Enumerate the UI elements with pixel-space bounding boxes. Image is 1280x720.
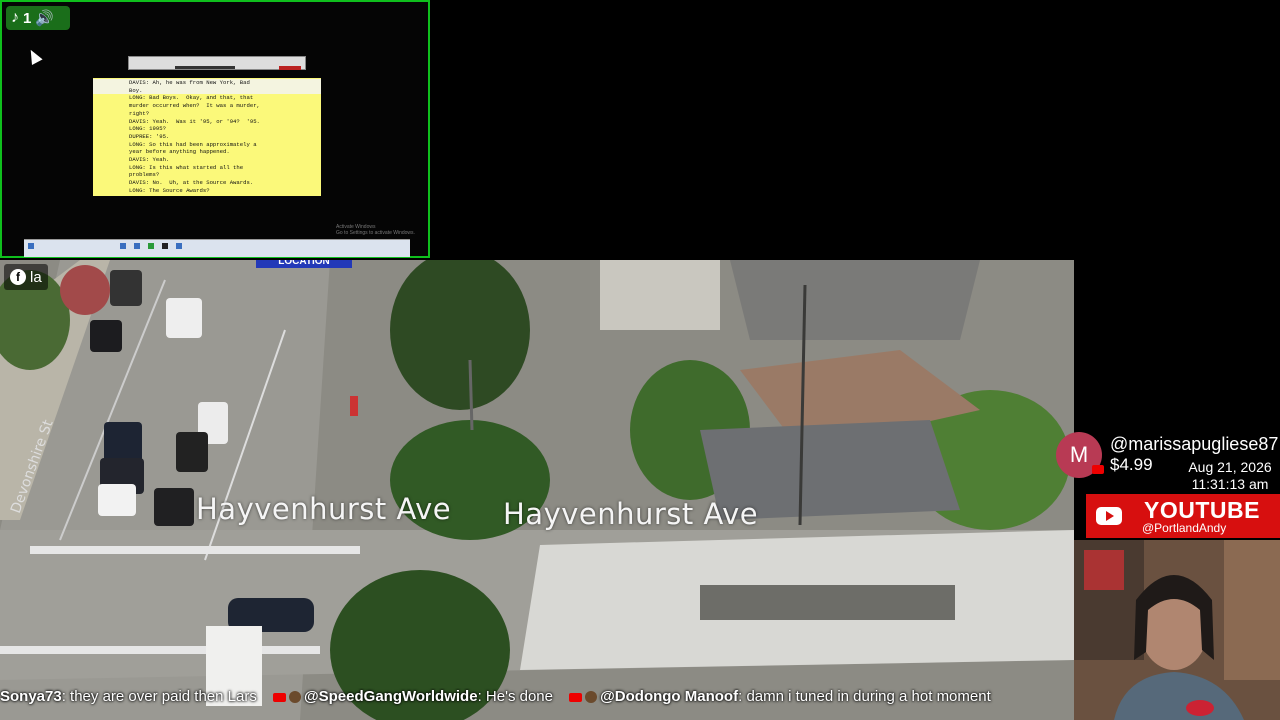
aerial-news-video: LOCATION Hayvenhurst Ave Hayvenhurst Ave… bbox=[0, 260, 1074, 720]
chat-text: He's done bbox=[485, 688, 553, 705]
speaker-icon: 🔊 bbox=[35, 10, 55, 27]
transcript-line: LONG: So this had been approximately a bbox=[129, 140, 257, 148]
donation-time: 11:31:13 am bbox=[1191, 476, 1269, 492]
mouse-cursor-icon bbox=[25, 47, 43, 65]
chat-message: @Dodongo Manoof: damn i tuned in during … bbox=[569, 688, 991, 705]
windows-taskbar[interactable] bbox=[24, 239, 410, 257]
youtube-banner-title: YOUTUBE bbox=[1144, 497, 1260, 523]
donor-avatar: M bbox=[1056, 432, 1104, 478]
chat-ticker: Sonya73: they are over paid then Lars @S… bbox=[0, 688, 1074, 710]
youtube-channel-banner: YOUTUBE @PortlandAndy bbox=[1086, 494, 1280, 538]
chat-username: @Dodongo Manoof bbox=[600, 688, 739, 705]
transcript-line: DAVIS: Ah, he was from New York, Bad bbox=[93, 79, 321, 87]
tiktok-viewer-badge: ♪ 1 🔊 bbox=[6, 6, 70, 30]
transcript-line: LONG: Is this what started all the bbox=[129, 163, 244, 171]
webcam-scene bbox=[1074, 540, 1280, 720]
start-icon[interactable] bbox=[28, 243, 34, 249]
facebook-viewer-badge: f la bbox=[4, 264, 48, 290]
transcript-line: DAVIS: Yeah. bbox=[129, 156, 170, 164]
street-label: Hayvenhurst Ave bbox=[503, 497, 759, 531]
chat-username: Sonya73 bbox=[0, 688, 62, 705]
chat-text: damn i tuned in during a hot moment bbox=[746, 688, 991, 705]
transcript-line: DUPREE: '95. bbox=[129, 132, 170, 140]
youtube-icon bbox=[1092, 465, 1104, 474]
transcript-line: LONG: 1995? bbox=[129, 125, 166, 133]
avatar bbox=[289, 691, 302, 704]
activate-windows-watermark: Activate Windows Go to Settings to activ… bbox=[336, 224, 415, 236]
donation-date: Aug 21, 2026 bbox=[1188, 459, 1272, 475]
transcript-line: right? bbox=[129, 109, 150, 117]
toolbar-title-bar bbox=[175, 66, 235, 69]
taskbar-app-icon[interactable] bbox=[176, 243, 182, 249]
transcript-line: year before anything happened. bbox=[129, 148, 230, 156]
taskbar-app-icon[interactable] bbox=[162, 243, 168, 249]
taskbar-app-icon[interactable] bbox=[120, 243, 126, 249]
transcript-document: DAVIS: Ah, he was from New York, Bad Boy… bbox=[93, 78, 321, 196]
chat-message: Sonya73: they are over paid then Lars bbox=[0, 688, 257, 705]
youtube-icon bbox=[273, 692, 287, 702]
chat-username: @SpeedGangWorldwide bbox=[304, 688, 478, 705]
avatar bbox=[585, 691, 598, 704]
donation-alert: M @marissapugliese87 $4.99 Aug 21, 2026 … bbox=[1056, 432, 1280, 492]
aerial-scene bbox=[0, 260, 1074, 720]
taskbar-app-icon[interactable] bbox=[148, 243, 154, 249]
location-tag: LOCATION bbox=[256, 260, 352, 268]
tiktok-icon: ♪ bbox=[11, 9, 19, 26]
document-toolbar bbox=[128, 56, 306, 70]
transcript-line: DAVIS: No. Uh, at the Source Awards. bbox=[129, 179, 254, 187]
transcript-line: LONG: Bad Boys. Okay, and that, that bbox=[129, 94, 254, 102]
transcript-line: DAVIS: Yeah. Was it '95, or '94? '95. bbox=[129, 117, 260, 125]
youtube-banner-handle: @PortlandAndy bbox=[1142, 521, 1227, 535]
taskbar-app-icon[interactable] bbox=[134, 243, 140, 249]
toolbar-highlight bbox=[279, 66, 301, 70]
chat-text: they are over paid then Lars bbox=[70, 688, 257, 705]
donation-amount: $4.99 bbox=[1110, 455, 1153, 474]
chat-message: @SpeedGangWorldwide: He's done bbox=[273, 688, 553, 705]
streamer-webcam bbox=[1074, 540, 1280, 720]
transcript-line: LONG: The Source Awards? bbox=[129, 186, 210, 194]
youtube-icon bbox=[569, 692, 583, 702]
donor-avatar-letter: M bbox=[1069, 442, 1089, 467]
screen-share-panel: ♪ 1 🔊 DAVIS: Ah, he was from New York, B… bbox=[0, 0, 430, 258]
youtube-play-icon bbox=[1096, 507, 1122, 525]
transcript-line: problems? bbox=[129, 171, 160, 179]
facebook-label: la bbox=[30, 268, 42, 286]
transcript-line: murder occurred when? It was a murder, bbox=[129, 102, 260, 110]
tiktok-viewer-count: 1 bbox=[23, 9, 32, 27]
street-label: Hayvenhurst Ave bbox=[196, 492, 452, 526]
transcript-line: Boy. bbox=[93, 86, 321, 95]
facebook-icon: f bbox=[10, 269, 26, 285]
donor-name: @marissapugliese87 bbox=[1110, 434, 1279, 454]
